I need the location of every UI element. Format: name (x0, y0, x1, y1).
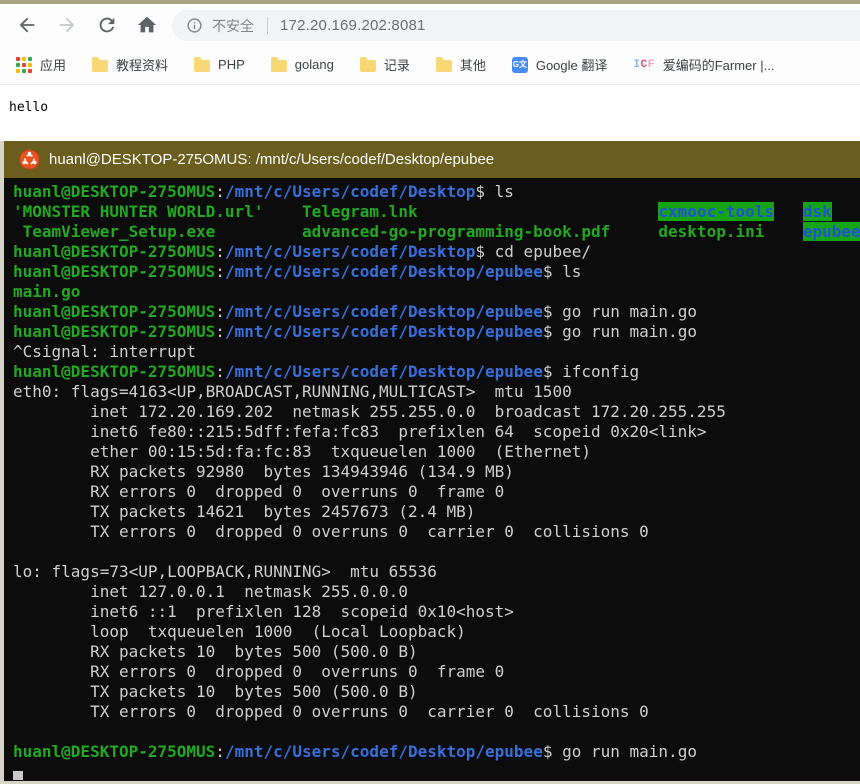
terminal-line (13, 722, 860, 742)
terminal-line: huanl@DESKTOP-275OMUS:/mnt/c/Users/codef… (13, 322, 860, 342)
forward-button[interactable] (54, 12, 80, 38)
terminal-line: lo: flags=73<UP,LOOPBACK,RUNNING> mtu 65… (13, 562, 860, 582)
terminal-line: main.go (13, 282, 860, 302)
terminal-line (13, 542, 860, 562)
bookmark-label: PHP (218, 57, 245, 72)
apps-grid-icon (16, 57, 32, 73)
terminal-line: TX errors 0 dropped 0 overruns 0 carrier… (13, 522, 860, 542)
terminal-line: inet6 fe80::215:5dff:fefa:fc83 prefixlen… (13, 422, 860, 442)
bookmark-item-4[interactable]: golang (271, 57, 334, 72)
page-body-text: hello (9, 100, 48, 115)
terminal-line: inet6 ::1 prefixlen 128 scopeid 0x10<hos… (13, 602, 860, 622)
terminal-line: RX errors 0 dropped 0 overruns 0 frame 0 (13, 482, 860, 502)
terminal-title: huanl@DESKTOP-275OMUS: /mnt/c/Users/code… (49, 151, 494, 168)
terminal-line: TX errors 0 dropped 0 overruns 0 carrier… (13, 702, 860, 722)
bookmarks-bar: 应用 教程资料 PHP golang 记录 其他 G文 Google 翻译 ICF 爱编码的Far… (0, 45, 860, 85)
bookmark-label: 应用 (40, 55, 66, 74)
folder-icon (194, 60, 210, 72)
terminal-line: huanl@DESKTOP-275OMUS:/mnt/c/Users/codef… (13, 742, 860, 762)
terminal-titlebar[interactable]: huanl@DESKTOP-275OMUS: /mnt/c/Users/code… (4, 141, 860, 178)
ubuntu-logo-icon (19, 149, 40, 170)
bookmark-label: golang (295, 57, 334, 72)
terminal-line: ether 00:15:5d:fa:fc:83 txqueuelen 1000 … (13, 442, 860, 462)
home-icon (136, 14, 158, 36)
terminal-line: inet 127.0.0.1 netmask 255.0.0.0 (13, 582, 860, 602)
bookmark-label: Google 翻译 (536, 55, 608, 74)
terminal-window: huanl@DESKTOP-275OMUS: /mnt/c/Users/code… (0, 141, 860, 784)
browser-toolbar: 不安全 172.20.169.202:8081 (0, 4, 860, 45)
folder-icon (360, 60, 376, 72)
web-page-content: hello (0, 86, 860, 141)
terminal-line: TeamViewer_Setup.exe advanced-go-program… (13, 222, 860, 242)
bookmark-item-6[interactable]: 其他 (436, 55, 486, 74)
folder-icon (271, 60, 287, 72)
bookmark-item-2[interactable]: 教程资料 (92, 55, 168, 74)
terminal-cursor-line (13, 762, 860, 781)
forward-arrow-icon (56, 14, 78, 36)
url-text: 172.20.169.202:8081 (280, 17, 426, 34)
icf-favicon: ICF (633, 59, 654, 71)
terminal-cursor (13, 771, 23, 780)
terminal-line: TX packets 14621 bytes 2457673 (2.4 MB) (13, 502, 860, 522)
bookmark-label: 其他 (460, 55, 486, 74)
omnibox-separator (267, 17, 268, 34)
bookmark-item-8[interactable]: ICF 爱编码的Farmer |... (633, 55, 774, 74)
site-info-icon[interactable] (186, 17, 203, 34)
screen: 不安全 172.20.169.202:8081 应用 教程资料 PHP golang 记… (0, 0, 860, 784)
bookmark-item-3[interactable]: PHP (194, 57, 245, 72)
google-translate-icon: G文 (512, 57, 528, 73)
home-button[interactable] (134, 12, 160, 38)
terminal-line: huanl@DESKTOP-275OMUS:/mnt/c/Users/codef… (13, 242, 860, 262)
bookmark-item-1[interactable]: 应用 (16, 55, 66, 74)
folder-icon (436, 60, 452, 72)
bookmark-item-5[interactable]: 记录 (360, 55, 410, 74)
bookmark-item-7[interactable]: G文 Google 翻译 (512, 55, 608, 74)
terminal-line: RX packets 10 bytes 500 (500.0 B) (13, 642, 860, 662)
terminal-line: inet 172.20.169.202 netmask 255.255.0.0 … (13, 402, 860, 422)
terminal-line: TX packets 10 bytes 500 (500.0 B) (13, 682, 860, 702)
bookmark-label: 记录 (384, 55, 410, 74)
security-status-label: 不安全 (212, 16, 254, 36)
terminal-line: 'MONSTER HUNTER WORLD.url' Telegram.lnk … (13, 202, 860, 222)
terminal-body[interactable]: huanl@DESKTOP-275OMUS:/mnt/c/Users/codef… (4, 178, 860, 781)
folder-icon (92, 60, 108, 72)
terminal-line: loop txqueuelen 1000 (Local Loopback) (13, 622, 860, 642)
terminal-line: RX packets 92980 bytes 134943946 (134.9 … (13, 462, 860, 482)
address-bar[interactable]: 不安全 172.20.169.202:8081 (172, 10, 860, 41)
reload-button[interactable] (94, 12, 120, 38)
terminal-line: RX errors 0 dropped 0 overruns 0 frame 0 (13, 662, 860, 682)
terminal-line: huanl@DESKTOP-275OMUS:/mnt/c/Users/codef… (13, 262, 860, 282)
terminal-line: huanl@DESKTOP-275OMUS:/mnt/c/Users/codef… (13, 362, 860, 382)
terminal-line: huanl@DESKTOP-275OMUS:/mnt/c/Users/codef… (13, 302, 860, 322)
terminal-line: huanl@DESKTOP-275OMUS:/mnt/c/Users/codef… (13, 182, 860, 202)
terminal-line: eth0: flags=4163<UP,BROADCAST,RUNNING,MU… (13, 382, 860, 402)
terminal-line: ^Csignal: interrupt (13, 342, 860, 362)
bookmark-label: 爱编码的Farmer |... (663, 55, 775, 74)
back-arrow-icon (16, 14, 38, 36)
reload-icon (96, 14, 118, 36)
back-button[interactable] (14, 12, 40, 38)
bookmark-label: 教程资料 (116, 55, 168, 74)
